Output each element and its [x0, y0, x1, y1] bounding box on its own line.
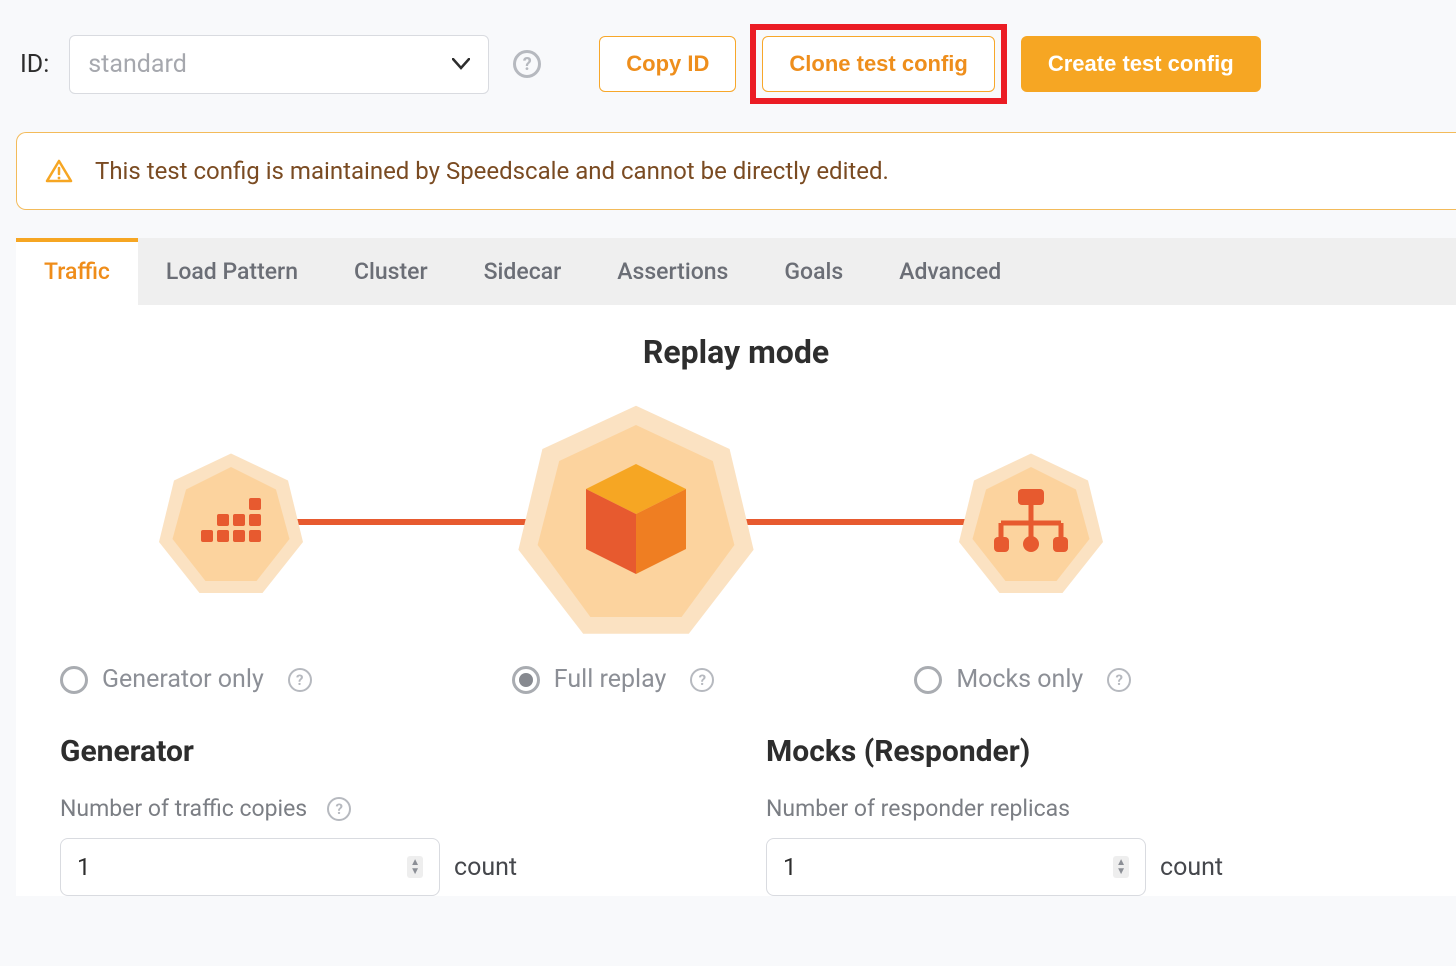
bars-icon [201, 498, 261, 550]
replay-diagram [16, 401, 1456, 641]
tab-traffic[interactable]: Traffic [16, 238, 138, 305]
chevron-down-icon [452, 54, 470, 75]
radio-mocks-only[interactable]: Mocks only ? [914, 665, 1131, 694]
mocks-field-label: Number of responder replicas [766, 795, 1412, 822]
tab-assertions[interactable]: Assertions [589, 238, 756, 305]
copy-id-button[interactable]: Copy ID [599, 36, 736, 92]
tab-cluster[interactable]: Cluster [326, 238, 456, 305]
mocks-field-row: 1 ▲▼ count [766, 838, 1412, 896]
radio-full-replay[interactable]: Full replay ? [512, 665, 715, 694]
generator-node [156, 449, 306, 599]
replay-mode-title: Replay mode [16, 333, 1456, 371]
generator-heading: Generator [60, 734, 706, 769]
generator-field-row: 1 ▲▼ count [60, 838, 706, 896]
radio-icon [60, 666, 88, 694]
clone-test-config-button[interactable]: Clone test config [762, 36, 994, 92]
id-label: ID: [20, 50, 49, 79]
tab-sidecar[interactable]: Sidecar [456, 238, 590, 305]
cube-icon [581, 459, 691, 583]
replay-mode-options: Generator only ? Full replay ? Mocks onl… [16, 641, 1456, 734]
mocks-node [956, 449, 1106, 599]
generator-section: Generator Number of traffic copies ? 1 ▲… [60, 734, 706, 896]
config-sections: Generator Number of traffic copies ? 1 ▲… [16, 734, 1456, 896]
stepper-icon[interactable]: ▲▼ [1113, 856, 1129, 878]
responder-replicas-unit: count [1160, 853, 1223, 882]
tab-goals[interactable]: Goals [756, 238, 871, 305]
radio-icon [512, 666, 540, 694]
mocks-section: Mocks (Responder) Number of responder re… [766, 734, 1412, 896]
tab-advanced[interactable]: Advanced [871, 238, 1029, 305]
full-replay-node [516, 401, 756, 641]
help-icon[interactable]: ? [513, 50, 541, 78]
mocks-heading: Mocks (Responder) [766, 734, 1412, 769]
warning-icon [45, 159, 73, 183]
help-icon[interactable]: ? [1107, 668, 1131, 692]
readonly-alert: This test config is maintained by Speeds… [16, 132, 1456, 210]
traffic-copies-unit: count [454, 853, 517, 882]
traffic-panel: Replay mode [16, 305, 1456, 896]
clone-highlight: Clone test config [750, 24, 1006, 104]
help-icon[interactable]: ? [690, 668, 714, 692]
toolbar: ID: standard ? Copy ID Clone test config… [0, 0, 1456, 132]
radio-label: Generator only [102, 665, 264, 694]
radio-generator-only[interactable]: Generator only ? [60, 665, 312, 694]
help-icon[interactable]: ? [327, 797, 351, 821]
tab-load-pattern[interactable]: Load Pattern [138, 238, 326, 305]
radio-label: Full replay [554, 665, 667, 694]
radio-icon [914, 666, 942, 694]
input-value: 1 [77, 853, 91, 881]
input-value: 1 [783, 853, 797, 881]
stepper-icon[interactable]: ▲▼ [407, 856, 423, 878]
alert-text: This test config is maintained by Speeds… [95, 157, 889, 185]
help-icon[interactable]: ? [288, 668, 312, 692]
radio-label: Mocks only [956, 665, 1083, 694]
generator-field-label: Number of traffic copies ? [60, 795, 706, 822]
tabs: Traffic Load Pattern Cluster Sidecar Ass… [16, 238, 1456, 305]
id-select-value: standard [88, 50, 187, 79]
responder-replicas-input[interactable]: 1 ▲▼ [766, 838, 1146, 896]
create-test-config-button[interactable]: Create test config [1021, 36, 1261, 92]
id-select[interactable]: standard [69, 35, 489, 94]
hierarchy-icon [992, 489, 1070, 559]
traffic-copies-input[interactable]: 1 ▲▼ [60, 838, 440, 896]
